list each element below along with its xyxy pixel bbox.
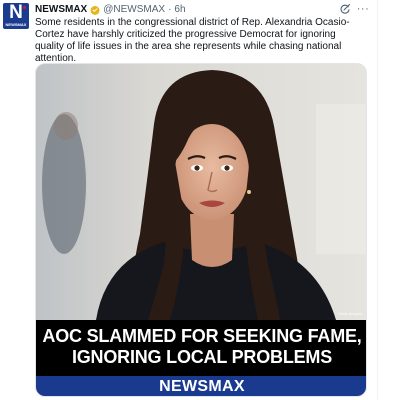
avatar-wordmark: NEWSMAX — [5, 22, 27, 27]
tweet-card[interactable]: N NEWSMAX NEWSMAX @NEWSMAX · 6h ··· Some… — [0, 0, 400, 400]
column-divider — [377, 0, 378, 400]
tweet-media-image[interactable]: Getty Images AOC SLAMMED FOR SEEKING FAM… — [35, 63, 367, 397]
tweet-timestamp[interactable]: 6h — [174, 3, 185, 17]
header-separator: · — [168, 4, 172, 15]
avatar-red-accent — [23, 6, 26, 9]
account-handle[interactable]: @NEWSMAX — [103, 3, 165, 17]
headline-line-1: AOC SLAMMED FOR SEEKING FAME, — [42, 326, 362, 346]
more-options-button[interactable]: ··· — [355, 3, 371, 17]
verified-badge-icon[interactable] — [90, 5, 101, 15]
account-name[interactable]: NEWSMAX — [35, 3, 87, 17]
tweet-header: NEWSMAX @NEWSMAX · 6h — [35, 3, 186, 17]
avatar[interactable]: N NEWSMAX — [3, 3, 29, 29]
headline-line-2: IGNORING LOCAL PROBLEMS — [71, 347, 333, 367]
tweet-text: Some residents in the congressional dist… — [35, 17, 350, 64]
photo-credit: Getty Images — [338, 311, 362, 316]
photo-of-woman — [36, 64, 366, 320]
grok-icon[interactable] — [339, 3, 351, 15]
newsmax-logo: NEWSMAX — [159, 378, 245, 395]
